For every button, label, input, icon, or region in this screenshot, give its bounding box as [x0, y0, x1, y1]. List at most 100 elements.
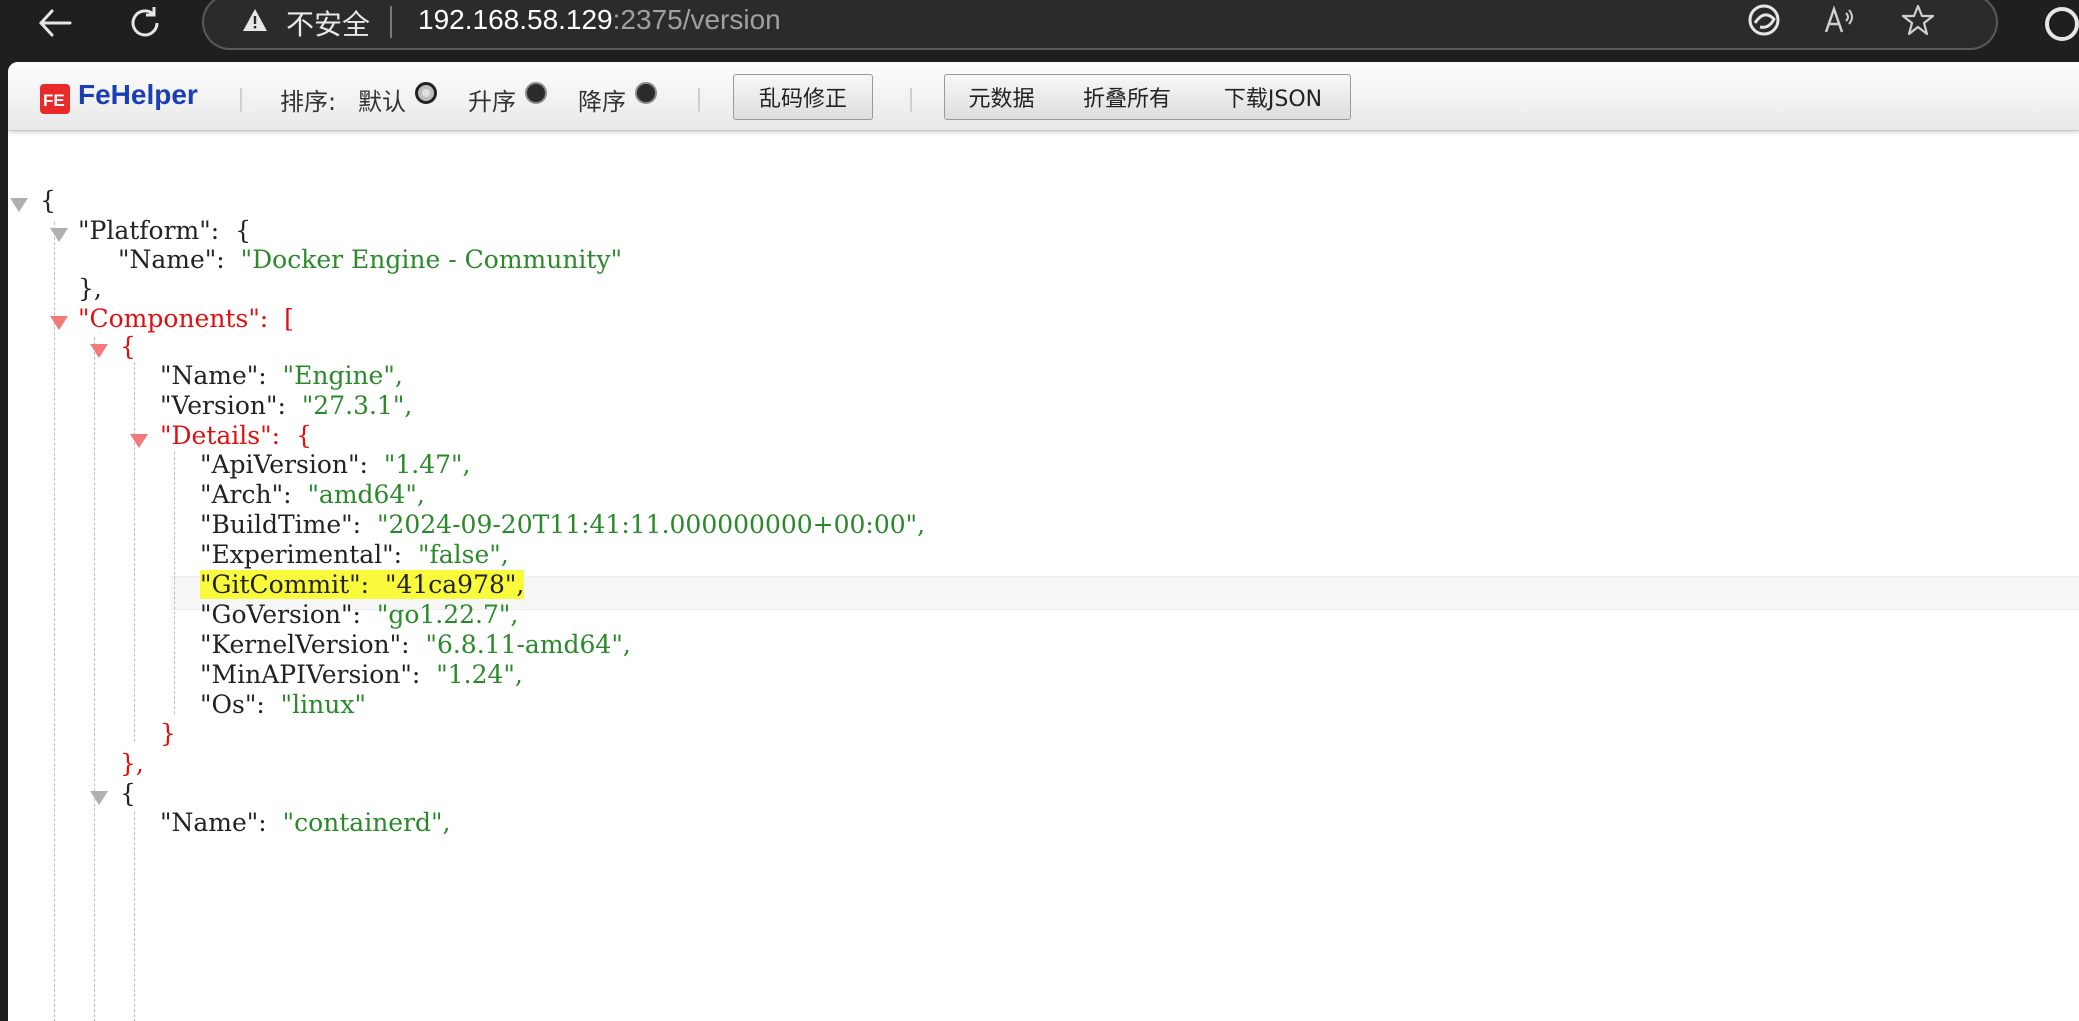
sort-label: 排序: — [280, 88, 337, 116]
json-key: "Version": — [160, 391, 286, 420]
brace: { — [120, 779, 136, 808]
collapse-toggle-root[interactable] — [10, 198, 28, 212]
sort-default-label[interactable]: 默认 — [358, 82, 406, 117]
brace: { — [40, 186, 56, 215]
json-key: "Components": — [78, 304, 269, 333]
brace: }, — [78, 274, 102, 303]
json-key: "Details": — [160, 421, 281, 450]
back-arrow-icon — [38, 9, 72, 37]
json-value: "1.47", — [383, 450, 471, 479]
json-value: "Docker Engine - Community" — [240, 245, 623, 274]
json-key: "Name": — [160, 808, 267, 837]
back-button[interactable] — [32, 0, 78, 46]
indent-guide — [54, 222, 55, 1021]
collapse-toggle-components[interactable] — [50, 316, 68, 330]
address-bar[interactable]: 不安全 192.168.58.129:2375/version — [202, 0, 1998, 50]
json-key: "Experimental": — [200, 540, 403, 569]
brace: { — [235, 216, 251, 245]
json-key: "Arch": — [200, 480, 292, 509]
json-key: "BuildTime": — [200, 510, 362, 539]
json-line: { — [120, 332, 136, 362]
json-line: { — [120, 779, 136, 809]
json-line: "Os": "linux" — [200, 690, 366, 720]
fehelper-toolbar: FE FeHelper 排序: 默认 升序 降序 乱码修正 元数据 折叠所有 下… — [8, 62, 2079, 131]
fehelper-logo-text: FeHelper — [78, 79, 198, 110]
page-content: FE FeHelper 排序: 默认 升序 降序 乱码修正 元数据 折叠所有 下… — [8, 62, 2079, 1021]
browser-chrome: 不安全 192.168.58.129:2375/version — [0, 0, 2079, 62]
json-value: "false", — [417, 540, 509, 569]
favorite-star-icon[interactable] — [1896, 0, 1940, 42]
json-line: "MinAPIVersion": "1.24", — [200, 660, 523, 690]
json-line: "Components": [ — [78, 304, 294, 334]
json-line: "Name": "Docker Engine - Community" — [118, 245, 622, 275]
brace: { — [120, 332, 136, 361]
json-value: "linux" — [280, 690, 366, 719]
reload-button[interactable] — [122, 0, 168, 46]
json-viewer: { "Platform": { "Name": "Docker Engine -… — [8, 132, 2079, 1021]
collapse-toggle-platform[interactable] — [50, 228, 68, 242]
read-aloud-icon[interactable] — [1818, 0, 1862, 42]
json-value: "Engine", — [282, 361, 403, 390]
json-line: "Platform": { — [78, 216, 251, 246]
collapse-toggle-component-0[interactable] — [90, 344, 108, 358]
json-line-highlighted[interactable]: "GitCommit": "41ca978", — [200, 570, 525, 600]
svg-text:FE: FE — [43, 91, 65, 110]
indent-guide — [134, 812, 135, 1021]
sort-desc-label[interactable]: 降序 — [578, 82, 626, 117]
edge-extension-icon[interactable] — [1742, 0, 1786, 42]
download-json-button[interactable]: 下载JSON — [1196, 74, 1351, 120]
url-path: :2375/version — [612, 4, 781, 35]
json-value: "6.8.11-amd64", — [425, 630, 631, 659]
brace: } — [160, 719, 176, 748]
json-line: { — [40, 186, 56, 216]
json-line: "KernelVersion": "6.8.11-amd64", — [200, 630, 631, 660]
collapse-all-button[interactable]: 折叠所有 — [1058, 74, 1197, 120]
json-line: "Details": { — [160, 421, 312, 451]
json-key: "Name": — [118, 245, 225, 274]
json-line: "GoVersion": "go1.22.7", — [200, 600, 518, 630]
fehelper-logo-icon: FE — [40, 84, 70, 114]
json-value: "containerd", — [282, 808, 451, 837]
json-line: "Name": "Engine", — [160, 361, 403, 391]
bracket: [ — [284, 304, 294, 333]
sort-default-radio[interactable] — [415, 82, 437, 104]
collapse-toggle-details[interactable] — [130, 434, 148, 448]
json-value: "1.24", — [436, 660, 523, 689]
reload-icon — [131, 7, 159, 37]
json-line: } — [160, 719, 176, 749]
collapse-toggle-component-1[interactable] — [90, 791, 108, 805]
warning-icon — [243, 9, 267, 31]
sort-asc-radio[interactable] — [525, 82, 547, 104]
json-line: }, — [120, 749, 144, 779]
sort-desc-radio[interactable] — [635, 82, 657, 104]
highlighted-text: "GitCommit": "41ca978", — [200, 570, 525, 599]
json-key: "MinAPIVersion": — [200, 660, 421, 689]
json-line: "Experimental": "false", — [200, 540, 509, 570]
indent-guide — [174, 452, 175, 714]
indent-guide — [94, 337, 95, 1021]
json-key: "GoVersion": — [200, 600, 361, 629]
json-key: "Os": — [200, 690, 265, 719]
brace: }, — [120, 749, 144, 778]
brace: { — [295, 421, 312, 450]
sort-asc-label[interactable]: 升序 — [468, 82, 516, 117]
url-host: 192.168.58.129 — [418, 4, 613, 35]
profile-icon[interactable] — [2040, 2, 2079, 46]
json-line: "ApiVersion": "1.47", — [200, 450, 470, 480]
json-key: "Platform": — [78, 216, 220, 245]
json-line: "Arch": "amd64", — [200, 480, 425, 510]
toolbar-divider — [240, 88, 242, 112]
json-key: "ApiVersion": — [200, 450, 368, 479]
url-text[interactable]: 192.168.58.129:2375/version — [418, 4, 781, 36]
metadata-button[interactable]: 元数据 — [944, 74, 1059, 120]
json-line: }, — [78, 274, 102, 304]
json-value: "27.3.1", — [301, 391, 413, 420]
json-value: "go1.22.7", — [376, 600, 519, 629]
json-line: "BuildTime": "2024-09-20T11:41:11.000000… — [200, 510, 925, 540]
json-value: "amd64", — [307, 480, 425, 509]
security-status[interactable]: 不安全 — [286, 3, 370, 43]
json-value: "2024-09-20T11:41:11.000000000+00:00", — [376, 510, 926, 539]
fix-encoding-button[interactable]: 乱码修正 — [733, 74, 873, 120]
toolbar-divider — [698, 88, 700, 112]
toolbar-divider — [910, 88, 912, 112]
